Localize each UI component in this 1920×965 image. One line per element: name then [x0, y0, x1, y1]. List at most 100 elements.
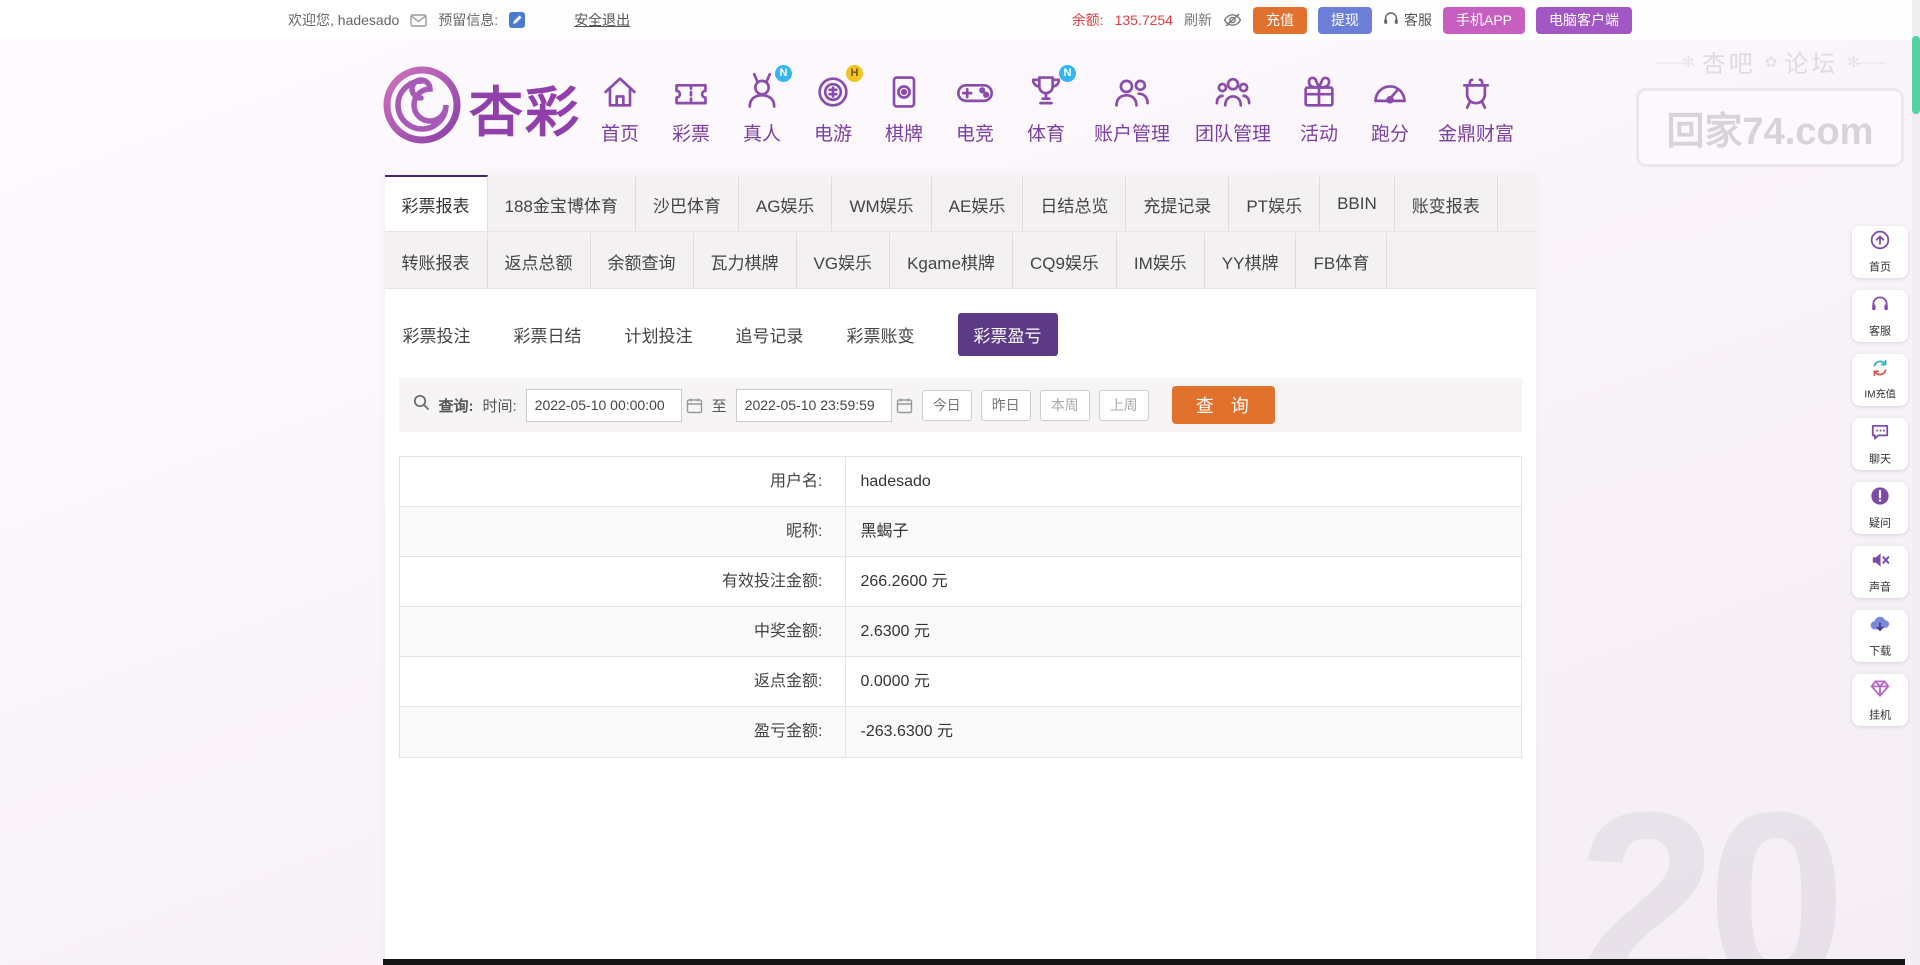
nav-item-lottery[interactable]: 彩票 — [668, 70, 714, 146]
nav-item-sports[interactable]: N 体育 — [1023, 64, 1076, 146]
sub-tab[interactable]: 追号记录 — [736, 322, 804, 347]
float-item-label: 挂机 — [1868, 708, 1892, 721]
new-badge: N — [1059, 64, 1076, 82]
row-label: 用户名: — [400, 457, 846, 506]
report-tab[interactable]: YY棋牌 — [1205, 232, 1297, 288]
search-button[interactable]: 查 询 — [1171, 386, 1275, 424]
nav-item-label: 团队管理 — [1195, 123, 1272, 145]
logo-flower-icon — [380, 63, 464, 152]
nav-item-label: 活动 — [1300, 123, 1339, 145]
scrollbar[interactable] — [1912, 0, 1920, 965]
nav-item-activity[interactable]: 活动 — [1296, 70, 1342, 146]
report-tab[interactable]: 188金宝博体育 — [488, 175, 636, 231]
row-value: 0.0000 元 — [860, 673, 930, 690]
last-week-button[interactable]: 上周 — [1098, 389, 1149, 421]
calendar-icon[interactable] — [896, 397, 913, 414]
customer-service-link[interactable]: 客服 — [1383, 10, 1432, 30]
float-chat-button[interactable]: 聊天 — [1852, 418, 1908, 470]
report-tab[interactable]: 瓦力棋牌 — [694, 232, 797, 288]
calendar-icon[interactable] — [686, 397, 703, 414]
sub-tab[interactable]: 彩票账变 — [847, 322, 915, 347]
home-icon — [597, 70, 643, 114]
float-service-button[interactable]: 客服 — [1852, 290, 1908, 342]
end-time-input[interactable] — [735, 388, 892, 422]
sub-tab[interactable]: 彩票盈亏 — [957, 313, 1058, 356]
mail-icon[interactable] — [410, 13, 427, 27]
balance-value: 135.7254 — [1114, 12, 1173, 28]
row-value: 2.6300 元 — [860, 623, 930, 640]
lace-ornament-icon: ——✻ — [1656, 53, 1695, 71]
report-tab[interactable]: 返点总额 — [488, 232, 591, 288]
hot-badge: H — [846, 64, 863, 82]
nav-item-chess[interactable]: 棋牌 — [881, 70, 927, 146]
report-tab[interactable]: Kgame棋牌 — [890, 232, 1013, 288]
report-tab[interactable]: 彩票报表 — [384, 175, 488, 231]
report-tab[interactable]: BBIN — [1320, 175, 1395, 231]
float-item-label: 声音 — [1868, 580, 1892, 593]
float-download-button[interactable]: 下载 — [1852, 610, 1908, 662]
report-tab[interactable]: VG娱乐 — [797, 232, 891, 288]
brand-logo[interactable]: 杏彩 — [380, 63, 581, 152]
report-tab[interactable]: 沙巴体育 — [636, 175, 739, 231]
report-tab[interactable]: 余额查询 — [591, 232, 694, 288]
headset-icon — [1383, 11, 1399, 29]
report-tab[interactable]: CQ9娱乐 — [1013, 232, 1117, 288]
start-time-input[interactable] — [525, 388, 682, 422]
report-tab[interactable]: 账变报表 — [1395, 175, 1498, 231]
sub-tab[interactable]: 彩票投注 — [403, 322, 471, 347]
report-tab[interactable]: 充提记录 — [1126, 175, 1230, 231]
account-users-icon — [1109, 70, 1155, 114]
nav-item-paofen[interactable]: 跑分 — [1367, 70, 1413, 146]
headset-icon — [1870, 294, 1890, 319]
today-button[interactable]: 今日 — [921, 389, 972, 421]
float-home-button[interactable]: 首页 — [1852, 226, 1908, 278]
nav-item-egames[interactable]: H 电游 — [810, 64, 863, 146]
nav-item-esports[interactable]: 电竞 — [952, 70, 998, 146]
diamond-icon — [1870, 678, 1890, 703]
report-tab[interactable]: 日结总览 — [1023, 175, 1127, 231]
report-panel: 彩票报表 188金宝博体育 沙巴体育 AG娱乐 WM娱乐 AE娱乐 日结总览 充… — [384, 175, 1536, 959]
float-sound-button[interactable]: 声音 — [1852, 546, 1908, 598]
nav-item-live[interactable]: N 真人 — [739, 64, 792, 146]
table-row: 返点金额: 0.0000 元 — [399, 657, 1521, 707]
report-tab[interactable]: AE娱乐 — [932, 175, 1024, 231]
report-tab[interactable]: IM娱乐 — [1117, 232, 1205, 288]
report-tab[interactable]: PT娱乐 — [1229, 175, 1321, 231]
report-tab[interactable]: AG娱乐 — [739, 175, 833, 231]
nav-item-label: 棋牌 — [884, 123, 923, 145]
float-hangup-button[interactable]: 挂机 — [1852, 674, 1908, 726]
sub-tab[interactable]: 彩票日结 — [514, 322, 582, 347]
nav-item-team[interactable]: 团队管理 — [1195, 70, 1271, 146]
topbar: 欢迎您, hadesado 预留信息: 安全退出 余额: 135.7254 刷新… — [0, 0, 1920, 40]
float-question-button[interactable]: 疑问 — [1852, 482, 1908, 534]
report-tab[interactable]: 转账报表 — [385, 232, 488, 288]
nav-item-label: 跑分 — [1371, 123, 1410, 145]
sub-tab[interactable]: 计划投注 — [625, 322, 693, 347]
report-tabs-row2: 转账报表 返点总额 余额查询 瓦力棋牌 VG娱乐 Kgame棋牌 CQ9娱乐 I… — [384, 232, 1536, 289]
row-label: 返点金额: — [400, 657, 846, 706]
deposit-button[interactable]: 充值 — [1252, 6, 1307, 34]
nav-item-label: 电游 — [813, 123, 852, 145]
float-item-label: 下载 — [1868, 644, 1892, 657]
decor-big-number: 20 — [1578, 760, 1846, 965]
float-im-recharge-button[interactable]: IM充值 — [1852, 354, 1908, 406]
nav-item-account[interactable]: 账户管理 — [1094, 70, 1170, 146]
home-up-icon — [1870, 230, 1890, 255]
team-users-icon — [1210, 70, 1256, 114]
eye-off-icon[interactable] — [1223, 13, 1242, 27]
refresh-link[interactable]: 刷新 — [1184, 10, 1212, 30]
withdraw-button[interactable]: 提现 — [1317, 6, 1372, 34]
edit-icon[interactable] — [509, 12, 526, 28]
logout-link[interactable]: 安全退出 — [574, 10, 630, 30]
profit-loss-table: 用户名: hadesado 昵称: 黑蝎子 有效投注金额: 266.2600 元… — [398, 456, 1522, 758]
mobile-app-button[interactable]: 手机APP — [1442, 6, 1525, 34]
nav-item-home[interactable]: 首页 — [597, 70, 643, 146]
yesterday-button[interactable]: 昨日 — [980, 389, 1031, 421]
nav-item-wealth[interactable]: 金鼎财富 — [1438, 70, 1514, 146]
pc-client-button[interactable]: 电脑客户端 — [1536, 6, 1632, 34]
report-tab[interactable]: FB体育 — [1296, 232, 1388, 288]
row-label: 昵称: — [400, 507, 846, 556]
report-tab[interactable]: WM娱乐 — [832, 175, 932, 231]
scrollbar-thumb[interactable] — [1912, 36, 1920, 114]
this-week-button[interactable]: 本周 — [1039, 389, 1090, 421]
